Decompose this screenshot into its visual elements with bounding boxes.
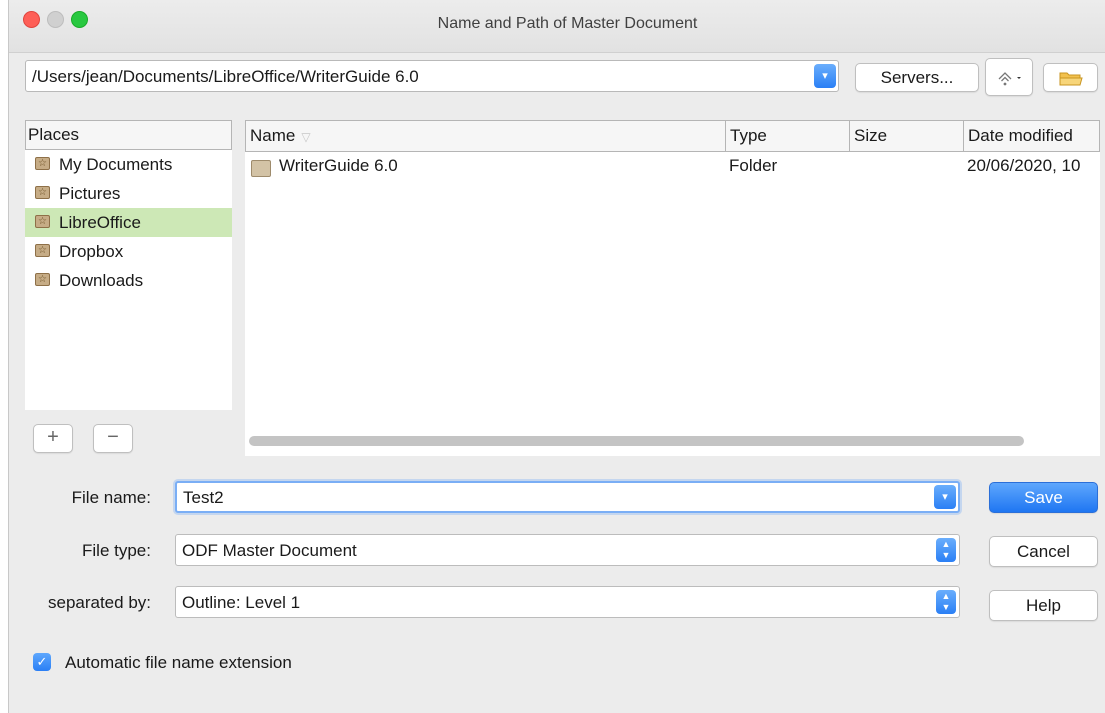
column-header-size[interactable]: Size bbox=[850, 121, 964, 151]
sort-descending-icon: ▽ bbox=[301, 130, 311, 144]
column-header-date-modified[interactable]: Date modified bbox=[964, 121, 1100, 151]
new-folder-button[interactable] bbox=[1043, 63, 1098, 92]
add-place-button[interactable]: + bbox=[33, 424, 73, 453]
place-label: Pictures bbox=[59, 184, 121, 203]
current-path-text: /Users/jean/Documents/LibreOffice/Writer… bbox=[32, 67, 419, 86]
separated-by-select[interactable]: Outline: Level 1 ▲ ▼ bbox=[175, 586, 960, 618]
new-folder-icon bbox=[1059, 72, 1083, 86]
file-type-value: ODF Master Document bbox=[182, 541, 357, 560]
bookmark-folder-icon: ☆ bbox=[35, 273, 50, 286]
cancel-button[interactable]: Cancel bbox=[989, 536, 1098, 567]
place-label: My Documents bbox=[59, 155, 173, 174]
place-item-pictures[interactable]: ☆ Pictures bbox=[25, 179, 232, 208]
bookmark-folder-icon: ☆ bbox=[35, 157, 50, 170]
chevron-down-icon[interactable]: ▾ bbox=[814, 64, 836, 88]
up-down-arrows-icon: ▲ ▼ bbox=[936, 538, 956, 562]
place-item-downloads[interactable]: ☆ Downloads bbox=[25, 266, 232, 295]
connect-to-server-icon bbox=[998, 72, 1021, 86]
horizontal-scrollbar[interactable] bbox=[249, 436, 1024, 446]
place-item-my-documents[interactable]: ☆ My Documents bbox=[25, 150, 232, 179]
column-header-type[interactable]: Type bbox=[726, 121, 850, 151]
separated-by-label: separated by: bbox=[47, 593, 151, 612]
current-path-combobox[interactable]: /Users/jean/Documents/LibreOffice/Writer… bbox=[25, 60, 839, 92]
title-bar: Name and Path of Master Document bbox=[9, 0, 1105, 53]
save-dialog: Name and Path of Master Document /Users/… bbox=[8, 0, 1105, 713]
file-list: Name ▽ Type Size Date modified WriterGuid… bbox=[245, 120, 1100, 456]
connect-to-server-button[interactable] bbox=[985, 58, 1033, 96]
place-label: Downloads bbox=[59, 271, 144, 290]
help-button[interactable]: Help bbox=[989, 590, 1098, 621]
up-down-arrows-icon: ▲ ▼ bbox=[936, 590, 956, 614]
file-row[interactable]: WriterGuide 6.0 Folder 20/06/2020, 10 bbox=[245, 152, 1100, 182]
place-item-libreoffice[interactable]: ☆ LibreOffice bbox=[25, 208, 232, 237]
save-button[interactable]: Save bbox=[989, 482, 1098, 513]
file-list-header: Name ▽ Type Size Date modified bbox=[245, 120, 1100, 152]
file-type-cell: Folder bbox=[729, 156, 778, 175]
place-label: Dropbox bbox=[59, 242, 124, 261]
file-type-label: File type: bbox=[82, 541, 151, 560]
file-name-value: Test2 bbox=[183, 488, 224, 507]
column-name-label: Name bbox=[250, 126, 296, 145]
file-type-select[interactable]: ODF Master Document ▲ ▼ bbox=[175, 534, 960, 566]
chevron-down-icon[interactable]: ▾ bbox=[934, 485, 956, 509]
place-item-dropbox[interactable]: ☆ Dropbox bbox=[25, 237, 232, 266]
file-name-cell: WriterGuide 6.0 bbox=[279, 156, 398, 175]
bookmark-folder-icon: ☆ bbox=[35, 186, 50, 199]
auto-extension-label[interactable]: Automatic file name extension bbox=[65, 653, 292, 673]
bookmark-folder-icon: ☆ bbox=[35, 244, 50, 257]
servers-button[interactable]: Servers... bbox=[855, 63, 979, 92]
column-header-name[interactable]: Name ▽ bbox=[246, 121, 726, 151]
file-date-cell: 20/06/2020, 10 bbox=[967, 156, 1081, 175]
places-header: Places bbox=[25, 120, 232, 150]
file-name-input[interactable]: Test2 ▾ bbox=[175, 481, 960, 513]
window-title: Name and Path of Master Document bbox=[437, 15, 698, 32]
file-name-label: File name: bbox=[71, 488, 151, 507]
place-label: LibreOffice bbox=[59, 213, 141, 232]
separated-by-value: Outline: Level 1 bbox=[182, 593, 301, 612]
bookmark-folder-icon: ☆ bbox=[35, 215, 50, 228]
remove-place-button[interactable]: − bbox=[93, 424, 133, 453]
folder-icon bbox=[251, 160, 271, 177]
auto-extension-checkbox[interactable]: ✓ bbox=[33, 653, 51, 671]
places-panel: Places ☆ My Documents ☆ Pictures ☆ Libre… bbox=[25, 120, 232, 410]
